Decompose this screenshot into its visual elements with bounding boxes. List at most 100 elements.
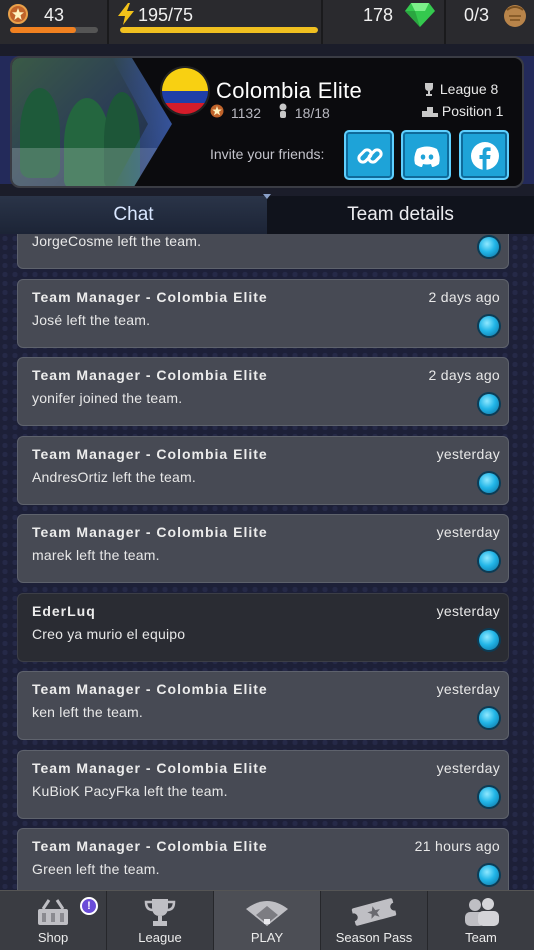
message-time: yesterday — [436, 759, 500, 776]
team-meta: 1132 18/18 — [210, 103, 330, 122]
message-time: yesterday — [436, 445, 500, 462]
level-star-icon — [8, 4, 28, 24]
league-label: League 8 — [439, 81, 499, 97]
nav-league[interactable]: League — [107, 891, 213, 950]
message-time: 21 hours ago — [414, 838, 500, 854]
message-text: marek left the team. — [32, 547, 160, 563]
gem-value: 178 — [363, 5, 394, 25]
read-indicator-icon — [479, 315, 499, 336]
league-info: League 8 Position 1 — [422, 78, 503, 122]
facebook-icon — [471, 142, 499, 170]
tab-team-details[interactable]: Team details — [267, 196, 534, 234]
nav-season-pass-label: Season Pass — [335, 930, 413, 945]
team-photo — [12, 58, 172, 186]
position-label: Position 1 — [441, 103, 504, 119]
team-people-icon — [465, 898, 499, 926]
message-text: Green left the team. — [32, 861, 160, 877]
energy-bolt-icon — [118, 3, 134, 25]
energy-stat[interactable]: 195/75 — [110, 0, 320, 44]
chat-message[interactable]: Team Manager - Colombia Elite yesterday ke… — [17, 671, 509, 740]
team-card: Colombia Elite 1132 18/18 League 8 Posit… — [10, 56, 524, 188]
nav-team-label: Team — [465, 930, 497, 945]
gem-icon — [405, 3, 435, 27]
tab-indicator-arrow — [263, 194, 271, 199]
team-header: Colombia Elite 1132 18/18 League 8 Posit… — [0, 44, 534, 196]
nav-play[interactable]: PLAY — [214, 891, 320, 950]
energy-value: 195/75 — [138, 5, 194, 25]
nav-season-pass[interactable]: Season Pass — [321, 891, 427, 950]
message-author: Team Manager - Colombia Elite — [32, 838, 268, 854]
facebook-button[interactable] — [459, 130, 509, 180]
chat-message[interactable]: Team Manager - Colombia Elite 2 days ago J… — [17, 278, 509, 348]
trophy-icon — [425, 83, 433, 96]
chat-message[interactable]: Team Manager - Colombia Elite 2 days ago y… — [17, 357, 509, 426]
tab-chat[interactable]: Chat — [0, 196, 267, 234]
message-author: Team Manager - Colombia Elite — [32, 288, 268, 305]
shop-notification-badge: ! — [80, 897, 98, 915]
read-indicator-icon — [479, 472, 499, 493]
message-time: yesterday — [436, 524, 500, 540]
members-icon — [277, 103, 289, 122]
message-time: yesterday — [436, 681, 500, 697]
baseball-field-icon — [246, 901, 288, 926]
level-progress-bar — [10, 27, 98, 33]
chat-message[interactable]: Team Manager - Colombia Elite yesterday An… — [17, 435, 509, 505]
read-indicator-icon — [479, 237, 499, 257]
message-author: Team Manager - Colombia Elite — [32, 367, 268, 383]
podium-icon — [422, 107, 438, 117]
message-author: Team Manager - Colombia Elite — [32, 759, 268, 776]
chat-message-user[interactable]: EderLuq yesterday Creo ya murio el equipo — [17, 592, 509, 662]
energy-progress-bar — [120, 27, 318, 33]
team-members: 18/18 — [294, 104, 330, 121]
message-time: yesterday — [436, 602, 500, 619]
read-indicator-icon — [479, 629, 499, 650]
chat-feed[interactable]: JorgeCosme left the team. Team Manager - … — [0, 234, 534, 890]
read-indicator-icon — [479, 394, 499, 414]
status-bar: 43 195/75 178 0/3 — [0, 0, 534, 44]
read-indicator-icon — [479, 865, 499, 885]
message-text: José left the team. — [32, 311, 151, 328]
ticket-icon — [349, 898, 399, 926]
message-text: ken left the team. — [32, 704, 143, 720]
read-indicator-icon — [479, 708, 499, 728]
colombia-flag-icon — [160, 66, 210, 116]
glove-value: 0/3 — [464, 5, 490, 25]
nav-shop-label: Shop — [37, 930, 69, 945]
team-rating: 1132 — [230, 104, 261, 121]
message-author: Team Manager - Colombia Elite — [32, 681, 268, 697]
share-link-button[interactable] — [344, 130, 394, 180]
message-author: EderLuq — [32, 602, 96, 619]
discord-button[interactable] — [401, 130, 451, 180]
trophy-icon — [144, 899, 176, 926]
chat-message[interactable]: JorgeCosme left the team. — [17, 234, 509, 269]
chat-message[interactable]: Team Manager - Colombia Elite yesterday Ku… — [17, 749, 509, 819]
message-text: AndresOrtiz left the team. — [32, 468, 196, 485]
message-time: 2 days ago — [428, 367, 500, 383]
rating-star-icon — [210, 104, 224, 121]
chat-message[interactable]: Team Manager - Colombia Elite 21 hours ag… — [17, 828, 509, 890]
glove-stat[interactable]: 0/3 — [446, 0, 534, 44]
message-text: yonifer joined the team. — [32, 390, 183, 406]
tab-bar: Chat Team details — [0, 196, 534, 234]
bottom-nav: ! Shop League PLAY Season Pass Team — [0, 890, 534, 950]
message-text: JorgeCosme left the team. — [32, 234, 202, 249]
link-icon — [357, 148, 383, 164]
nav-team[interactable]: Team — [428, 891, 534, 950]
nav-league-label: League — [138, 930, 182, 945]
chat-message[interactable]: Team Manager - Colombia Elite yesterday ma… — [17, 514, 509, 583]
team-name: Colombia Elite — [216, 78, 363, 103]
nav-shop[interactable]: ! Shop — [0, 891, 106, 950]
glove-icon — [504, 5, 526, 27]
shop-basket-icon — [38, 899, 68, 925]
message-author: Team Manager - Colombia Elite — [32, 524, 268, 540]
nav-play-label: PLAY — [250, 930, 284, 945]
read-indicator-icon — [479, 786, 499, 807]
read-indicator-icon — [479, 551, 499, 571]
gem-stat[interactable]: 178 — [323, 0, 443, 44]
discord-icon — [414, 146, 440, 167]
level-stat[interactable]: 43 — [0, 0, 106, 44]
message-text: KuBioK PacyFka left the team. — [32, 782, 228, 799]
message-text: Creo ya murio el equipo — [32, 625, 186, 642]
message-author: Team Manager - Colombia Elite — [32, 445, 268, 462]
level-value: 43 — [44, 5, 65, 25]
